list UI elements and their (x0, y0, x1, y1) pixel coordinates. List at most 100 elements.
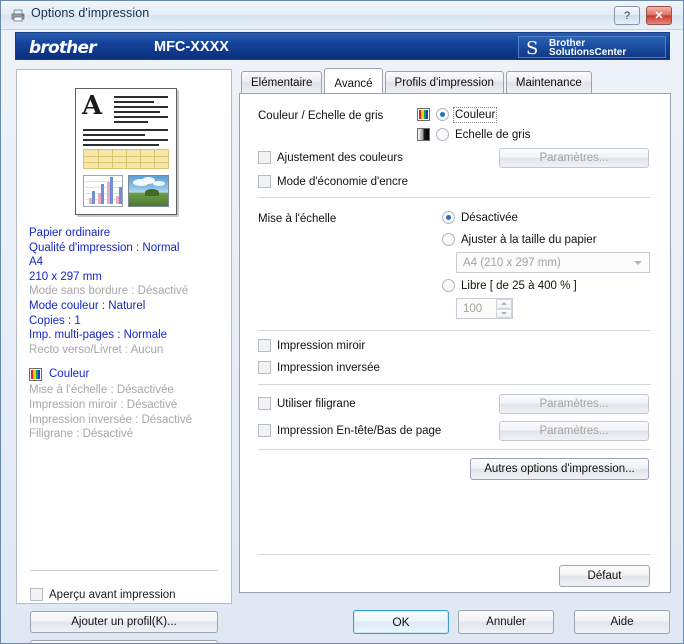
tab-avance[interactable]: Avancé (324, 68, 383, 93)
preview-before-print-label: Aperçu avant impression (49, 588, 176, 601)
divider (30, 570, 218, 571)
radio-echelle-de-gris-label: Echelle de gris (455, 128, 531, 141)
radio-free-scaling-label: Libre [ de 25 à 400 % ] (461, 279, 577, 292)
tab-label: Maintenance (515, 76, 582, 89)
radio-free-scaling[interactable]: Libre [ de 25 à 400 % ] (442, 279, 577, 292)
summary-line: Impression inversée : Désactivé (29, 413, 192, 426)
summary-line: Impression miroir : Désactivé (29, 398, 178, 411)
radio-button[interactable] (442, 211, 455, 224)
summary-line: Papier ordinaire (29, 227, 111, 239)
close-button[interactable]: ✕ (646, 6, 672, 25)
ok-button[interactable]: OK (353, 610, 449, 634)
watermark-settings-button[interactable]: Paramètres... (499, 394, 649, 414)
checkbox-box[interactable] (258, 151, 271, 164)
divider (258, 554, 651, 555)
spinner-up-button[interactable] (496, 299, 512, 309)
preview-photo (128, 175, 169, 207)
preview-before-print-checkbox[interactable]: Aperçu avant impression (30, 588, 176, 601)
radio-scaling-off[interactable]: Désactivée (442, 211, 518, 224)
color-stripes-icon (29, 367, 42, 381)
add-profile-button[interactable]: Ajouter un profil(K)... (30, 611, 218, 633)
solutions-line2: SolutionsCenter (549, 47, 627, 58)
radio-button[interactable] (436, 108, 449, 121)
preview-table (83, 149, 169, 169)
tab-maintenance[interactable]: Maintenance (505, 71, 592, 93)
tab-label: Profils d'impression (394, 76, 494, 89)
paper-size-value: A4 (210 x 297 mm) (463, 256, 561, 269)
summary-color-mode: Couleur (29, 366, 229, 382)
checkbox-box[interactable] (258, 361, 271, 374)
header-footer-checkbox[interactable]: Impression En-tête/Bas de page (258, 424, 441, 437)
printer-icon (11, 9, 25, 22)
brother-banner: brother MFC-XXXX S Brother SolutionsCent… (15, 32, 670, 60)
title-bar: Options d'impression ? ✕ (1, 1, 683, 30)
scaling-label: Mise à l'échelle (258, 213, 337, 225)
close-icon: ✕ (654, 10, 664, 22)
triangle-down-icon (501, 311, 507, 315)
other-print-options-label: Autres options d'impression... (484, 463, 635, 475)
mirror-print-checkbox[interactable]: Impression miroir (258, 339, 365, 352)
free-scaling-value: 100 (463, 302, 483, 315)
default-button[interactable]: Défaut (559, 565, 650, 587)
radio-couleur[interactable]: Couleur (417, 106, 498, 123)
radio-button[interactable] (442, 279, 455, 292)
checkbox-box[interactable] (258, 397, 271, 410)
radio-couleur-label: Couleur (452, 106, 498, 123)
summary-line: Qualité d'impression : Normal (29, 241, 180, 254)
spinner-buttons[interactable] (496, 299, 512, 318)
help-button[interactable]: ? (614, 6, 640, 25)
brother-solutions-center-link[interactable]: S Brother SolutionsCenter (518, 36, 666, 59)
ink-save-checkbox[interactable]: Mode d'économie d'encre (258, 175, 408, 188)
divider (258, 330, 651, 331)
summary-line: Filigrane : Désactivé (29, 428, 134, 441)
checkbox-box[interactable] (30, 588, 43, 601)
watermark-checkbox[interactable]: Utiliser filigrane (258, 397, 356, 410)
free-scaling-input[interactable]: 100 (456, 298, 513, 319)
reverse-print-label: Impression inversée (277, 361, 380, 374)
spinner-down-button[interactable] (496, 308, 512, 318)
checkbox-box[interactable] (258, 424, 271, 437)
grayscale-icon (417, 128, 430, 141)
print-options-window: Options d'impression ? ✕ brother MFC-XXX… (0, 0, 684, 644)
checkbox-box[interactable] (258, 339, 271, 352)
default-label: Défaut (587, 570, 622, 582)
radio-fit-to-paper[interactable]: Ajuster à la taille du papier (442, 233, 597, 246)
swoosh-icon: S (526, 38, 539, 59)
color-grayscale-label: Couleur / Echelle de gris (258, 110, 384, 122)
status-monitor-button[interactable]: Démarrage de Status Monitor(C)... (30, 640, 218, 643)
tab-profils-impression[interactable]: Profils d'impression (384, 71, 504, 93)
tab-elementaire[interactable]: Elémentaire (241, 71, 323, 93)
triangle-up-icon (501, 302, 507, 306)
reverse-print-checkbox[interactable]: Impression inversée (258, 361, 380, 374)
radio-button[interactable] (442, 233, 455, 246)
summary-line: Mise à l'échelle : Désactivée (29, 384, 174, 397)
cancel-button[interactable]: Annuler (458, 610, 554, 634)
paper-size-select[interactable]: A4 (210 x 297 mm) (456, 252, 650, 273)
color-stripes-icon (417, 108, 430, 121)
preview-letter: A (82, 91, 103, 121)
add-profile-label: Ajouter un profil(K)... (71, 616, 177, 628)
preview-panel: A Papier ordinaire Qualité d'impression … (16, 69, 232, 643)
print-settings-summary: Papier ordinaire Qualité d'impression : … (29, 226, 229, 442)
summary-line: Copies : 1 (29, 314, 81, 327)
printer-model-label: MFC-XXXX (154, 39, 229, 55)
checkbox-box[interactable] (258, 175, 271, 188)
color-adjustment-settings-button[interactable]: Paramètres... (499, 148, 649, 168)
header-footer-settings-button[interactable]: Paramètres... (499, 421, 649, 441)
color-adjustment-checkbox[interactable]: Ajustement des couleurs (258, 151, 403, 164)
chevron-down-icon (634, 260, 642, 265)
settings-label: Paramètres... (539, 152, 609, 164)
radio-button[interactable] (436, 128, 449, 141)
cancel-label: Annuler (486, 616, 526, 628)
summary-line: Mode couleur : Naturel (29, 299, 146, 312)
summary-line: Mode sans bordure : Désactivé (29, 285, 189, 298)
tab-label: Avancé (334, 78, 373, 90)
tab-label: Elémentaire (251, 76, 313, 89)
settings-label: Paramètres... (539, 398, 609, 410)
radio-echelle-de-gris[interactable]: Echelle de gris (417, 128, 530, 141)
header-footer-label: Impression En-tête/Bas de page (277, 424, 442, 437)
summary-line: Imp. multi-pages : Normale (29, 329, 168, 342)
other-print-options-button[interactable]: Autres options d'impression... (470, 458, 649, 480)
window-title: Options d'impression (31, 6, 150, 20)
help-dialog-button[interactable]: Aide (574, 610, 670, 634)
